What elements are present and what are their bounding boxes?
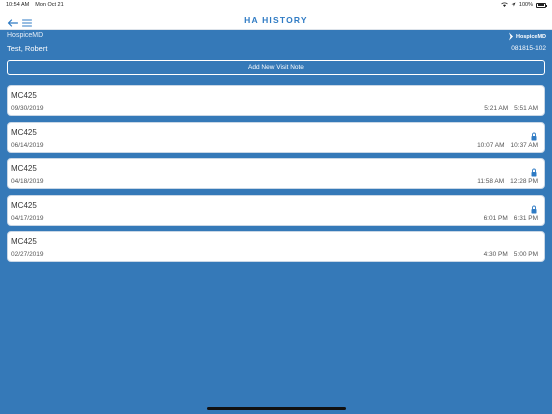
list-item[interactable]: MC425 04/18/2019 11:58 AM 12:28 PM [7,158,545,190]
hospicemd-logo-icon: HospiceMD [508,32,546,41]
visit-date: 06/14/2019 [11,141,44,149]
patient-name: Test, Robert [7,44,48,53]
organization-name: HospiceMD [7,32,44,39]
wifi-icon [501,1,508,9]
list-item[interactable]: MC425 02/27/2019 4:30 PM 5:00 PM [7,231,545,263]
visit-date: 09/30/2019 [11,105,44,112]
visit-end-time: 5:00 PM [513,251,538,259]
visit-list: MC425 09/30/2019 5:21 AM 5:51 AM MC425 0… [7,85,545,268]
list-item[interactable]: MC425 06/14/2019 10:07 AM 10:37 AM [7,121,545,153]
visit-start-time: 5:21 AM [484,105,509,112]
visit-code: MC425 [11,91,37,100]
visit-date: 02/27/2019 [11,251,44,259]
visit-end-time: 6:31 PM [513,214,538,222]
visit-end-time: 5:51 AM [514,105,538,112]
status-date: Mon Oct 21 [35,2,64,8]
battery-percent: 100% [518,2,533,8]
patient-id: 081815-102 [511,45,546,52]
visit-start-time: 11:58 AM [477,178,505,186]
page-title: HA HISTORY [244,14,308,25]
visit-start-time: 6:01 PM [483,214,508,222]
visit-start-time: 10:07 AM [477,141,505,149]
logo-text: HospiceMD [516,33,546,40]
patient-header: HospiceMD Test, Robert HospiceMD 081815-… [7,32,546,56]
arrow-left-icon[interactable] [7,14,19,32]
visit-end-time: 10:37 AM [510,141,538,149]
visit-code: MC425 [11,200,37,210]
visit-end-time: 12:28 PM [510,178,538,186]
list-item[interactable]: MC425 09/30/2019 5:21 AM 5:51 AM [7,85,545,116]
visit-code: MC425 [11,127,37,137]
visit-date: 04/17/2019 [11,214,44,222]
visit-code: MC425 [11,164,37,174]
location-arrow-icon [511,2,516,9]
hamburger-menu-icon[interactable] [22,14,32,32]
add-visit-note-button[interactable]: Add New Visit Note [7,60,545,75]
navigation-bar: HA HISTORY [0,10,552,30]
status-bar: 10:54 AM Mon Oct 21 100% [0,0,552,10]
home-indicator[interactable] [207,407,346,410]
battery-icon [536,2,547,8]
visit-start-time: 4:30 PM [483,251,508,259]
status-time: 10:54 AM [6,2,30,8]
list-item[interactable]: MC425 04/17/2019 6:01 PM 6:31 PM [7,194,545,226]
visit-date: 04/18/2019 [11,178,44,186]
visit-code: MC425 [11,237,37,247]
